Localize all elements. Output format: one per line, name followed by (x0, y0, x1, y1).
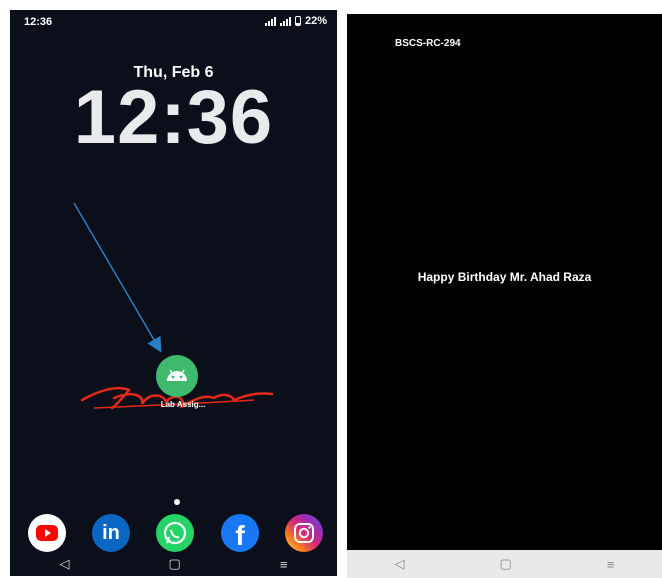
whatsapp-icon[interactable] (156, 514, 194, 552)
page-indicator (174, 499, 180, 505)
right-phone-screen: BSCS-RC-294 Happy Birthday Mr. Ahad Raza… (347, 14, 662, 578)
app-label: Lab Assig... (160, 400, 206, 409)
recents-button[interactable]: ≡ (280, 557, 288, 572)
app-dock: in f (28, 514, 328, 554)
linkedin-icon[interactable]: in (92, 514, 130, 552)
navigation-bar: ◁ ▢ ≡ (347, 550, 662, 578)
birthday-message: Happy Birthday Mr. Ahad Raza (417, 270, 592, 284)
android-icon (167, 369, 187, 381)
home-button[interactable]: ▢ (169, 556, 181, 572)
instagram-icon[interactable] (285, 514, 323, 552)
navigation-bar: ◁ ▢ ≡ (10, 552, 337, 576)
left-phone-screen: 12:36 22% Thu, Feb 6 12:36 Lab Assig... … (10, 10, 337, 576)
lab-assignment-app-icon[interactable] (156, 355, 198, 397)
back-button[interactable]: ◁ (60, 556, 70, 572)
home-button[interactable]: ▢ (500, 556, 512, 572)
recents-button[interactable]: ≡ (607, 557, 615, 572)
youtube-icon[interactable] (28, 514, 66, 552)
app-title: BSCS-RC-294 (395, 38, 461, 49)
annotation-arrow (73, 202, 162, 353)
facebook-icon[interactable]: f (221, 514, 259, 552)
back-button[interactable]: ◁ (395, 556, 405, 572)
